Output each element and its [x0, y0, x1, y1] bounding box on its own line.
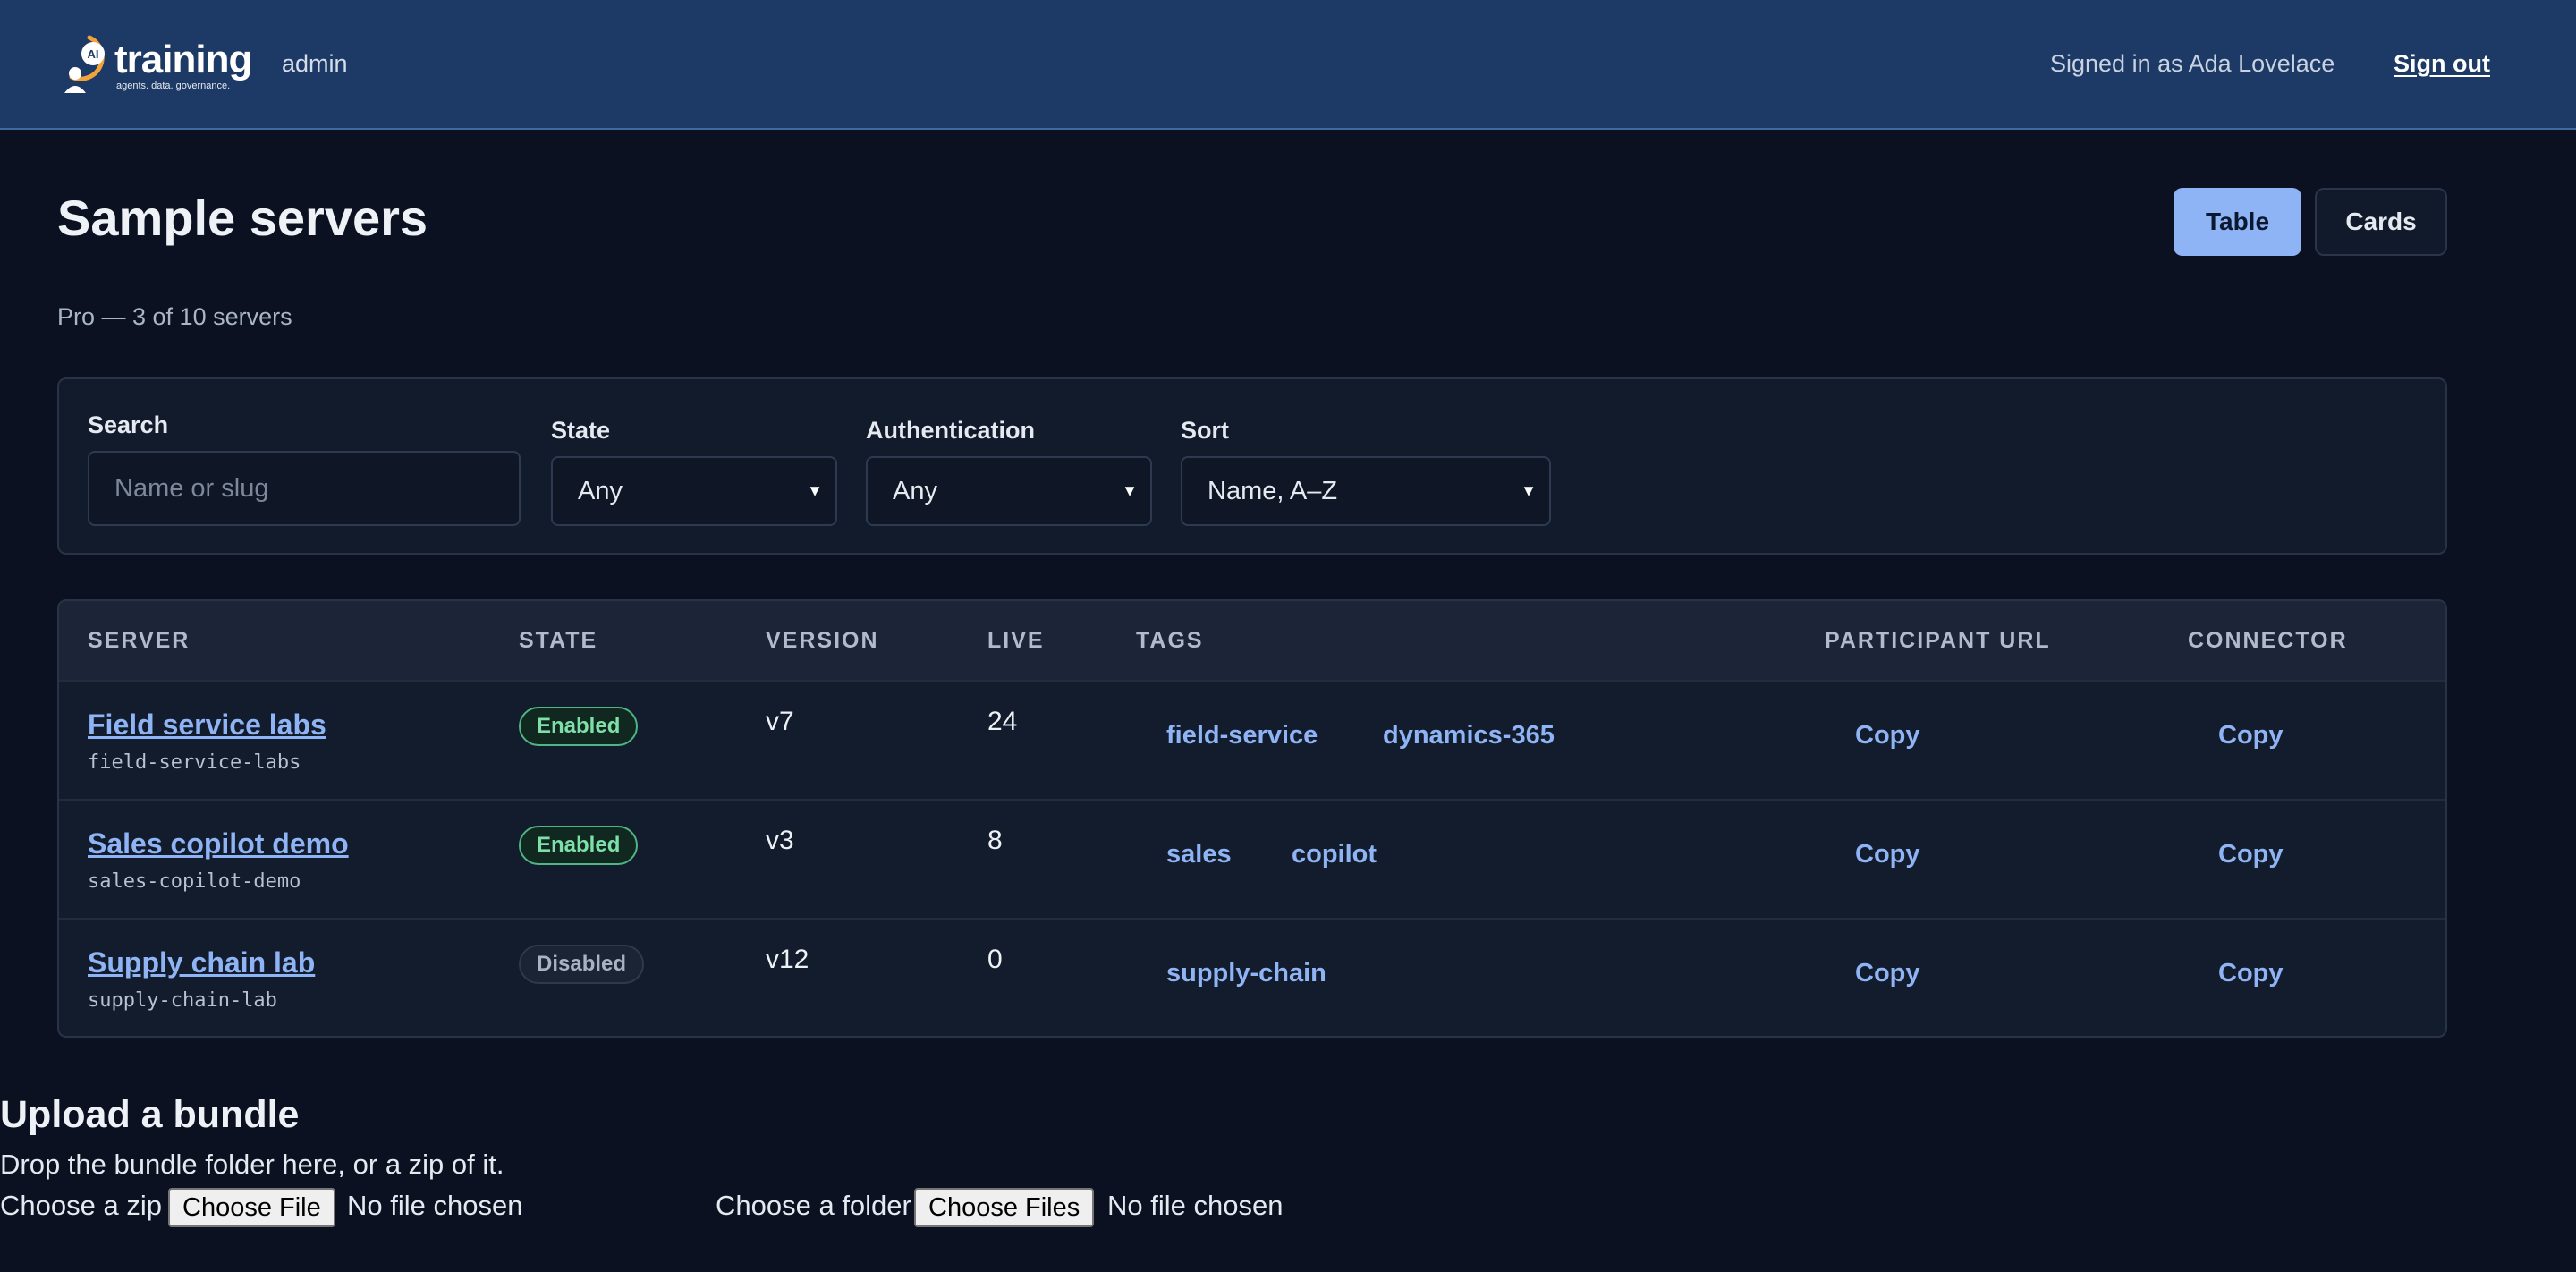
server-name-link[interactable]: Supply chain lab [88, 946, 315, 979]
sort-select[interactable]: Name, A–Z ▼ [1181, 456, 1551, 526]
logo-wordmark: training [114, 38, 252, 81]
tag-chip[interactable]: supply-chain [1166, 959, 1326, 988]
table-row: Supply chain lab supply-chain-lab Disabl… [59, 918, 2445, 1036]
table-row: Sales copilot demo sales-copilot-demo En… [59, 799, 2445, 920]
server-version: v3 [766, 826, 794, 855]
servers-table: SERVER STATE VERSION LIVE TAGS PARTICIPA… [57, 599, 2447, 1038]
status-badge: Enabled [519, 707, 639, 746]
chevron-down-icon: ▼ [807, 481, 823, 500]
table-row: Field service labs field-service-labs En… [59, 680, 2445, 801]
server-name-link[interactable]: Field service labs [88, 708, 326, 742]
copy-participant-url-button[interactable]: Copy [1855, 959, 1920, 988]
choose-zip-button[interactable]: Choose File [168, 1188, 335, 1227]
tag-chip[interactable]: sales [1166, 840, 1232, 869]
column-header-state[interactable]: STATE [519, 628, 597, 654]
upload-hint: Drop the bundle folder here, or a zip of… [0, 1149, 504, 1180]
status-badge: Disabled [519, 945, 645, 984]
status-badge: Enabled [519, 826, 639, 865]
server-live-count: 0 [987, 945, 1003, 974]
copy-connector-button[interactable]: Copy [2218, 721, 2284, 750]
signed-in-text: Signed in as Ada Lovelace [2050, 50, 2335, 77]
server-slug: field-service-labs [88, 751, 301, 774]
choose-folder-button[interactable]: Choose Files [914, 1188, 1095, 1227]
column-header-participant-url[interactable]: PARTICIPANT URL [1825, 628, 2051, 654]
search-placeholder: Name or slug [114, 473, 269, 503]
zip-file-status: No file chosen [347, 1190, 523, 1221]
state-select[interactable]: Any ▼ [551, 456, 837, 526]
auth-select-value: Any [893, 476, 937, 505]
page-title: Sample servers [57, 190, 428, 246]
upload-section-title: Upload a bundle [0, 1093, 300, 1136]
cards-view-button[interactable]: Cards [2315, 188, 2447, 256]
search-input[interactable]: Name or slug [88, 451, 521, 526]
logo-tagline: agents. data. governance. [116, 81, 231, 91]
chevron-down-icon: ▼ [1521, 481, 1537, 500]
copy-participant-url-button[interactable]: Copy [1855, 721, 1920, 750]
column-header-live[interactable]: LIVE [987, 628, 1045, 654]
server-slug: supply-chain-lab [88, 989, 277, 1012]
tag-chip[interactable]: copilot [1292, 840, 1377, 869]
copy-participant-url-button[interactable]: Copy [1855, 840, 1920, 869]
top-header: AI training agents. data. governance. ad… [0, 0, 2576, 130]
table-view-button[interactable]: Table [2174, 188, 2301, 256]
zip-label: Choose a zip [0, 1190, 162, 1221]
copy-connector-button[interactable]: Copy [2218, 959, 2284, 988]
server-name-link[interactable]: Sales copilot demo [88, 827, 349, 861]
server-version: v7 [766, 707, 794, 736]
state-label: State [551, 417, 611, 444]
column-header-connector[interactable]: CONNECTOR [2188, 628, 2348, 654]
tag-chip[interactable]: dynamics-365 [1383, 721, 1555, 750]
role-label: admin [282, 50, 348, 77]
plan-summary: Pro — 3 of 10 servers [57, 303, 292, 330]
column-header-server[interactable]: SERVER [88, 628, 190, 654]
server-version: v12 [766, 945, 809, 974]
server-live-count: 8 [987, 826, 1003, 855]
column-header-version[interactable]: VERSION [766, 628, 879, 654]
tag-chip[interactable]: field-service [1166, 721, 1318, 750]
state-select-value: Any [578, 476, 623, 505]
search-label: Search [88, 411, 169, 438]
folder-label: Choose a folder [716, 1190, 911, 1221]
sort-label: Sort [1181, 417, 1229, 444]
sign-out-link[interactable]: Sign out [2394, 50, 2490, 78]
server-slug: sales-copilot-demo [88, 870, 301, 893]
logo-mark-icon: AI [64, 35, 105, 93]
server-live-count: 24 [987, 707, 1018, 736]
folder-file-status: No file chosen [1107, 1190, 1284, 1221]
column-header-tags[interactable]: TAGS [1136, 628, 1204, 654]
auth-label: Authentication [866, 417, 1035, 444]
svg-text:AI: AI [88, 47, 99, 61]
brand-logo[interactable]: AI training agents. data. governance. [63, 32, 256, 97]
filters-panel: Search Name or slug State Any ▼ Authenti… [57, 377, 2447, 555]
auth-select[interactable]: Any ▼ [866, 456, 1152, 526]
chevron-down-icon: ▼ [1122, 481, 1138, 500]
copy-connector-button[interactable]: Copy [2218, 840, 2284, 869]
table-header-row: SERVER STATE VERSION LIVE TAGS PARTICIPA… [59, 601, 2445, 680]
sort-select-value: Name, A–Z [1208, 476, 1338, 505]
